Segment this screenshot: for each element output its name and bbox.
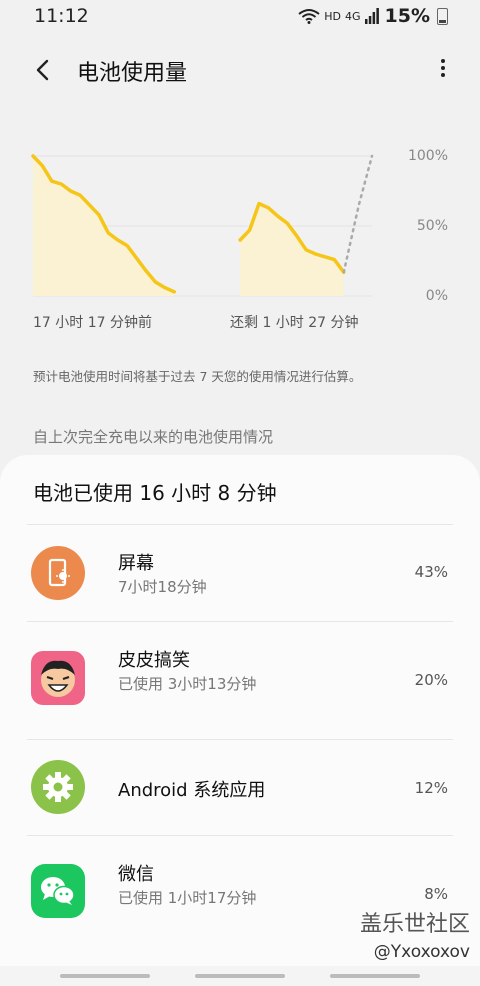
wechat-icon (31, 864, 85, 918)
app-row-android-system[interactable]: Android 系统应用 12% (27, 739, 453, 836)
nav-home-button[interactable] (195, 974, 285, 978)
usage-total-title: 电池已使用 16 小时 8 分钟 (33, 481, 277, 505)
status-bar: 11:12 HD 4G 15% (0, 0, 480, 34)
nav-recents-button[interactable] (60, 974, 150, 978)
app-header: 电池使用量 (0, 50, 480, 90)
app-usage-detail: 7小时18分钟 (118, 578, 207, 596)
hd-label: HD (324, 9, 341, 23)
app-row-screen[interactable]: 屏幕 7小时18分钟 43% (27, 524, 453, 621)
watermark: 盖乐世社区 @Yxoxoxov (360, 906, 470, 962)
navigation-bar (0, 966, 480, 986)
watermark-user: @Yxoxoxov (373, 942, 470, 962)
app-usage-detail: 已使用 1小时17分钟 (118, 889, 257, 907)
battery-chart-plot (31, 154, 374, 297)
projected-battery-line (342, 154, 374, 274)
estimate-note: 预计电池使用时间将基于过去 7 天您的使用情况进行估算。 (33, 369, 362, 384)
y-tick-label: 100% (407, 148, 448, 164)
more-options-button[interactable] (436, 56, 450, 84)
app-usage-percent: 43% (414, 563, 448, 581)
more-options-icon (441, 59, 445, 63)
more-dot (441, 66, 445, 70)
x-label-remaining: 还剩 1 小时 27 分钟 (230, 315, 359, 331)
battery-icon (437, 7, 448, 25)
screen-icon (31, 546, 85, 600)
status-time: 11:12 (34, 5, 89, 27)
4g-label: 4G (344, 9, 361, 23)
pipigaoxiao-icon (31, 651, 85, 705)
app-usage-percent: 20% (414, 671, 448, 689)
app-usage-percent: 8% (424, 885, 448, 903)
more-dot (441, 73, 445, 77)
battery-percent: 15% (384, 5, 430, 27)
app-row-pipigaoxiao[interactable]: 皮皮搞笑 已使用 3小时13分钟 20% (27, 621, 453, 740)
gear-icon (31, 760, 85, 814)
wifi-icon (298, 9, 320, 24)
signal-icon (364, 8, 379, 24)
app-usage-percent: 12% (414, 779, 448, 797)
section-label: 自上次完全充电以来的电池使用情况 (33, 428, 274, 446)
usage-card: 电池已使用 16 小时 8 分钟 屏幕 7小时18分钟 43% 皮皮搞笑 已使用… (0, 455, 480, 975)
app-name: Android 系统应用 (118, 780, 266, 801)
x-label-start: 17 小时 17 分钟前 (33, 315, 152, 331)
battery-chart: 100% 50% 0% 17 小时 17 分钟前 还剩 1 小时 27 分钟 (0, 140, 480, 340)
y-tick-label: 50% (416, 218, 448, 234)
page-title: 电池使用量 (77, 61, 188, 86)
app-usage-detail: 已使用 3小时13分钟 (118, 675, 257, 693)
y-tick-label: 0% (425, 288, 448, 304)
status-icons: HD 4G 15% (298, 5, 448, 27)
app-name: 微信 (118, 864, 154, 885)
app-name: 屏幕 (118, 553, 154, 574)
back-button[interactable] (30, 54, 58, 86)
back-arrow-icon (36, 59, 49, 81)
nav-back-button[interactable] (330, 974, 420, 978)
watermark-brand: 盖乐世社区 (359, 912, 470, 937)
app-name: 皮皮搞笑 (118, 650, 190, 671)
